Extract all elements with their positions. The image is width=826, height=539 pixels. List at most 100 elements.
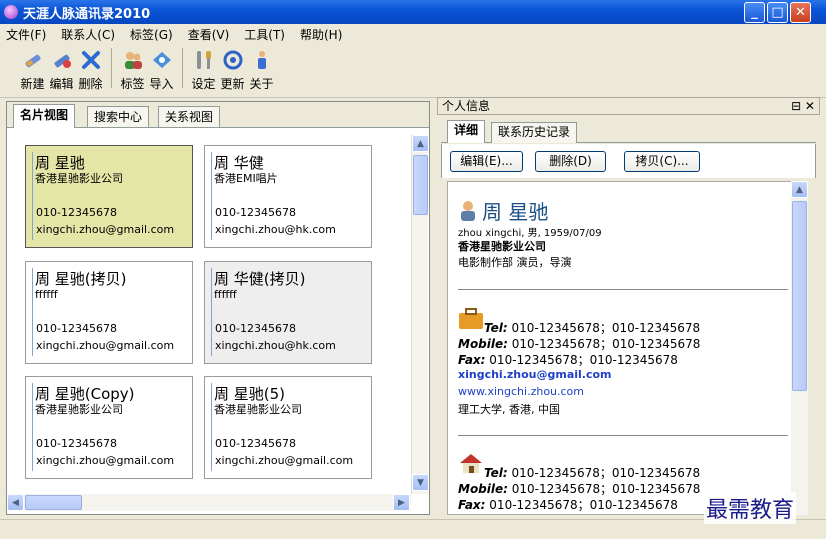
card-name: 周 华健 xyxy=(214,154,264,172)
toolbar: 新建 编辑 删除 标签 导入 设定 更新 关于 xyxy=(0,44,826,98)
scroll-thumb[interactable] xyxy=(413,155,428,215)
edit-detail-button[interactable]: 编辑(E)... xyxy=(450,151,523,172)
contact-card[interactable]: 周 星驰(拷贝) ffffff 010-12345678 xingchi.zho… xyxy=(25,261,193,364)
card-name: 周 华健(拷贝) xyxy=(214,270,306,288)
contact-card[interactable]: 周 星驰 香港星驰影业公司 010-12345678 xingchi.zhou@… xyxy=(25,145,193,248)
contact-card[interactable]: 周 星驰(Copy) 香港星驰影业公司 010-12345678 xingchi… xyxy=(25,376,193,479)
about-label: 关于 xyxy=(249,77,274,91)
card-phone: 010-12345678 xyxy=(215,322,296,335)
right-tabs: 详细 联系历史记录 xyxy=(441,119,816,143)
mobile-label: Mobile: xyxy=(458,482,508,496)
delete-label: 删除 xyxy=(78,77,103,91)
card-phone: 010-12345678 xyxy=(36,437,117,450)
card-name: 周 星驰(Copy) xyxy=(35,385,135,403)
menu-file[interactable]: 文件(F) xyxy=(6,26,46,43)
settings-button[interactable]: 设定 xyxy=(189,49,218,92)
card-name: 周 星驰(5) xyxy=(214,385,286,403)
detail-scrollbar[interactable]: ▲ xyxy=(791,181,808,515)
divider xyxy=(458,289,788,290)
tag-button[interactable]: 标签 xyxy=(118,49,147,92)
fax-label: Fax: xyxy=(458,498,486,512)
work-address: 理工大学, 香港, 中国 xyxy=(458,403,560,416)
refresh-button[interactable]: 更新 xyxy=(218,49,247,92)
scroll-right-icon[interactable]: ▶ xyxy=(393,494,410,511)
card-email: xingchi.zhou@hk.com xyxy=(215,223,336,236)
scroll-thumb-h[interactable] xyxy=(25,495,82,510)
toolbar-separator-2 xyxy=(182,48,183,88)
scroll-thumb[interactable] xyxy=(792,201,807,391)
fax-value: 010-12345678；010-12345678 xyxy=(489,353,678,367)
home-fax: Fax: 010-12345678；010-12345678 xyxy=(458,496,678,513)
scroll-left-icon[interactable]: ◀ xyxy=(7,494,24,511)
card-email: xingchi.zhou@gmail.com xyxy=(36,223,175,236)
card-email: xingchi.zhou@gmail.com xyxy=(215,454,354,467)
card-email: xingchi.zhou@hk.com xyxy=(215,339,336,352)
watermark: 最需教育 xyxy=(704,492,797,524)
toolbar-separator xyxy=(111,48,112,88)
about-button[interactable]: 关于 xyxy=(247,49,276,92)
vertical-scrollbar[interactable]: ▲ ▼ xyxy=(411,135,429,494)
card-list: 周 星驰 香港星驰影业公司 010-12345678 xingchi.zhou@… xyxy=(7,129,411,494)
contact-card[interactable]: 周 星驰(5) 香港星驰影业公司 010-12345678 xingchi.zh… xyxy=(204,376,372,479)
delete-button[interactable]: 删除 xyxy=(76,49,105,92)
tel-value: 010-12345678；010-12345678 xyxy=(511,321,701,335)
home-icon xyxy=(458,452,484,477)
card-name: 周 星驰 xyxy=(35,154,85,172)
menu-tools[interactable]: 工具(T) xyxy=(244,26,285,43)
app-window: 天涯人脉通讯录2010 _ □ ✕ 文件(F) 联系人(C) 标签(G) 查看(… xyxy=(0,0,826,539)
edit-label: 编辑 xyxy=(49,77,74,91)
menu-help[interactable]: 帮助(H) xyxy=(300,26,342,43)
tag-label: 标签 xyxy=(120,77,145,91)
new-button[interactable]: 新建 xyxy=(18,49,47,92)
people-icon xyxy=(122,49,144,71)
contact-card[interactable]: 周 华健(拷贝) ffffff 010-12345678 xingchi.zho… xyxy=(204,261,372,364)
about-icon xyxy=(251,49,273,71)
tab-relation-view[interactable]: 关系视图 xyxy=(158,106,221,127)
work-website-link[interactable]: www.xingchi.zhou.com xyxy=(458,385,584,398)
menu-view[interactable]: 查看(V) xyxy=(188,26,230,43)
import-button[interactable]: 导入 xyxy=(147,49,176,92)
card-phone: 010-12345678 xyxy=(36,206,117,219)
contact-card[interactable]: 周 华健 香港EMI唱片 010-12345678 xingchi.zhou@h… xyxy=(204,145,372,248)
edit-button[interactable]: 编辑 xyxy=(47,49,76,92)
close-button[interactable]: ✕ xyxy=(790,2,811,23)
work-mobile: Mobile: 010-12345678；010-12345678 xyxy=(458,335,700,352)
tab-search-center[interactable]: 搜索中心 xyxy=(87,106,150,127)
card-phone: 010-12345678 xyxy=(215,437,296,450)
fax-value: 010-12345678；010-12345678 xyxy=(489,498,678,512)
scroll-up-icon[interactable]: ▲ xyxy=(791,181,808,198)
tab-contact-history[interactable]: 联系历史记录 xyxy=(491,122,578,143)
tel-label: Tel: xyxy=(484,321,508,335)
import-label: 导入 xyxy=(149,77,174,91)
detail-action-bar: 编辑(E)... 删除(D) 拷贝(C)... xyxy=(441,144,816,178)
new-label: 新建 xyxy=(20,77,45,91)
scroll-down-icon[interactable]: ▼ xyxy=(412,474,429,491)
menu-contacts[interactable]: 联系人(C) xyxy=(61,26,115,43)
scroll-up-icon[interactable]: ▲ xyxy=(412,135,429,152)
horizontal-scrollbar[interactable]: ◀ ▶ xyxy=(7,494,411,511)
refresh-label: 更新 xyxy=(220,77,245,91)
settings-label: 设定 xyxy=(191,77,216,91)
detail-view: 周 星驰 zhou xingchi, 男, 1959/07/09 香港星驰影业公… xyxy=(447,181,792,515)
menu-tags[interactable]: 标签(G) xyxy=(130,26,173,43)
detail-subtitle: zhou xingchi, 男, 1959/07/09 xyxy=(458,228,602,239)
delete-icon xyxy=(80,49,102,71)
status-bar xyxy=(0,519,826,539)
settings-icon xyxy=(193,49,215,71)
panel-controls[interactable]: ⊟ ✕ xyxy=(791,98,815,114)
edit-icon xyxy=(51,49,73,71)
panel-header: 个人信息 ⊟ ✕ xyxy=(437,97,820,115)
work-email-link[interactable]: xingchi.zhou@gmail.com xyxy=(458,368,612,381)
title-bar[interactable]: 天涯人脉通讯录2010 xyxy=(0,0,826,24)
personal-info-panel: 个人信息 ⊟ ✕ 详细 联系历史记录 编辑(E)... 删除(D) 拷贝(C).… xyxy=(437,97,820,517)
copy-detail-button[interactable]: 拷贝(C)... xyxy=(624,151,700,172)
maximize-button[interactable]: □ xyxy=(767,2,788,23)
tab-card-view[interactable]: 名片视图 xyxy=(13,104,76,128)
detail-name: 周 星驰 xyxy=(482,200,549,224)
card-phone: 010-12345678 xyxy=(215,206,296,219)
person-icon xyxy=(458,200,478,222)
detail-name-row: 周 星驰 xyxy=(458,196,548,225)
tab-detail[interactable]: 详细 xyxy=(447,120,486,143)
delete-detail-button[interactable]: 删除(D) xyxy=(535,151,606,172)
minimize-button[interactable]: _ xyxy=(744,2,765,23)
